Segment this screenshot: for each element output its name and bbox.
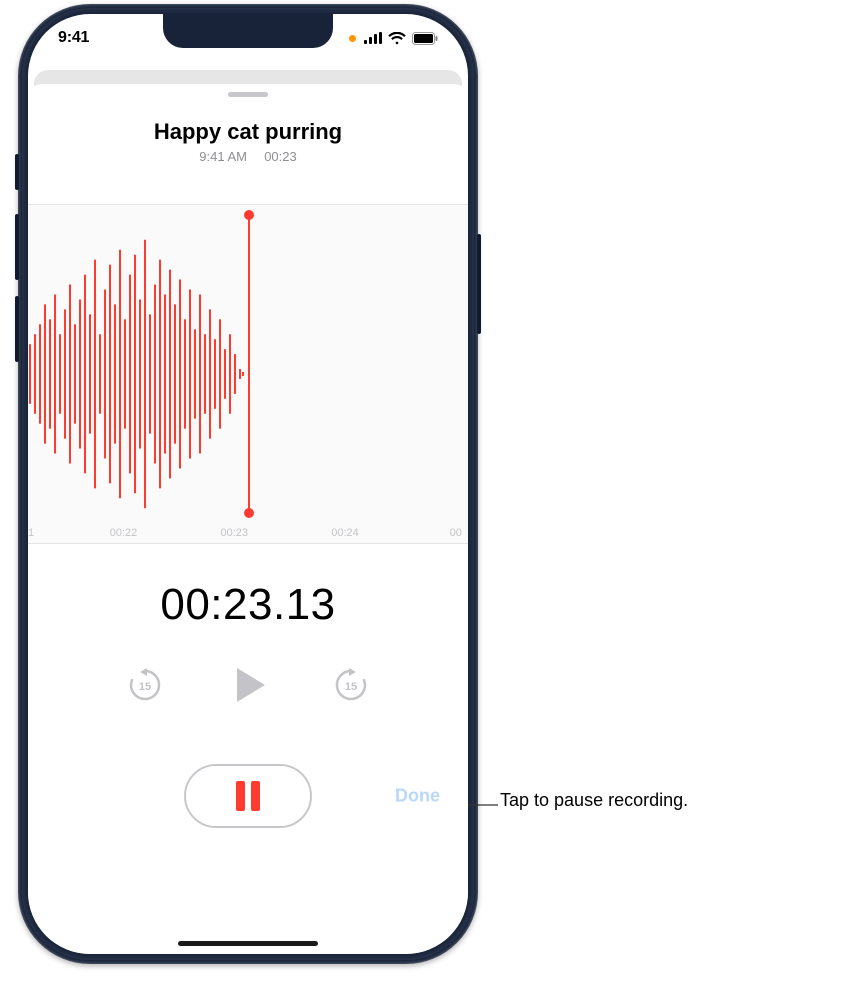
done-button[interactable]: Done — [395, 786, 440, 807]
playback-controls: 15 15 — [28, 662, 468, 713]
home-indicator[interactable] — [178, 941, 318, 946]
elapsed-counter: 00:23.13 — [28, 580, 468, 630]
pause-icon — [236, 781, 260, 811]
bottom-row: Done — [28, 761, 468, 831]
recording-time: 9:41 AM — [199, 149, 247, 164]
timeline-tick: 00:24 — [331, 527, 359, 539]
playhead-indicator[interactable] — [248, 215, 250, 513]
timeline-ticks: 21 00:22 00:23 00:24 00 — [28, 527, 468, 539]
side-button-volume-down — [15, 296, 19, 362]
side-button-power — [477, 234, 481, 334]
timeline-tick: 21 — [28, 527, 34, 539]
timeline-tick: 00:22 — [110, 527, 138, 539]
svg-text:15: 15 — [139, 681, 151, 693]
battery-icon — [412, 32, 438, 45]
skip-back-button[interactable]: 15 — [125, 665, 165, 710]
play-icon — [225, 662, 271, 708]
side-button-silence — [15, 154, 19, 190]
skip-forward-15-icon: 15 — [331, 665, 371, 705]
pause-recording-button[interactable] — [184, 764, 312, 828]
skip-forward-button[interactable]: 15 — [331, 665, 371, 710]
recording-title[interactable]: Happy cat purring — [28, 119, 468, 145]
recording-duration: 00:23 — [264, 149, 297, 164]
screen: 9:41 Happy cat purring — [28, 14, 468, 954]
recording-subinfo: 9:41 AM 00:23 — [28, 149, 468, 164]
side-button-volume-up — [15, 214, 19, 280]
recording-header: Happy cat purring 9:41 AM 00:23 — [28, 119, 468, 164]
waveform-area[interactable]: 21 00:22 00:23 00:24 00 — [28, 204, 468, 544]
play-button[interactable] — [225, 662, 271, 713]
skip-back-15-icon: 15 — [125, 665, 165, 705]
cellular-icon — [364, 32, 382, 44]
svg-text:15: 15 — [345, 681, 357, 693]
notch — [163, 14, 333, 48]
wifi-icon — [388, 32, 406, 45]
callout-label: Tap to pause recording. — [500, 790, 688, 811]
timeline-tick: 00 — [450, 527, 462, 539]
recording-sheet: Happy cat purring 9:41 AM 00:23 — [28, 84, 468, 954]
status-right — [349, 32, 438, 45]
recording-indicator-dot — [349, 35, 356, 42]
sheet-grabber[interactable] — [228, 92, 268, 97]
phone-frame: 9:41 Happy cat purring — [18, 4, 478, 964]
timeline-tick: 00:23 — [220, 527, 248, 539]
status-time: 9:41 — [58, 29, 89, 47]
